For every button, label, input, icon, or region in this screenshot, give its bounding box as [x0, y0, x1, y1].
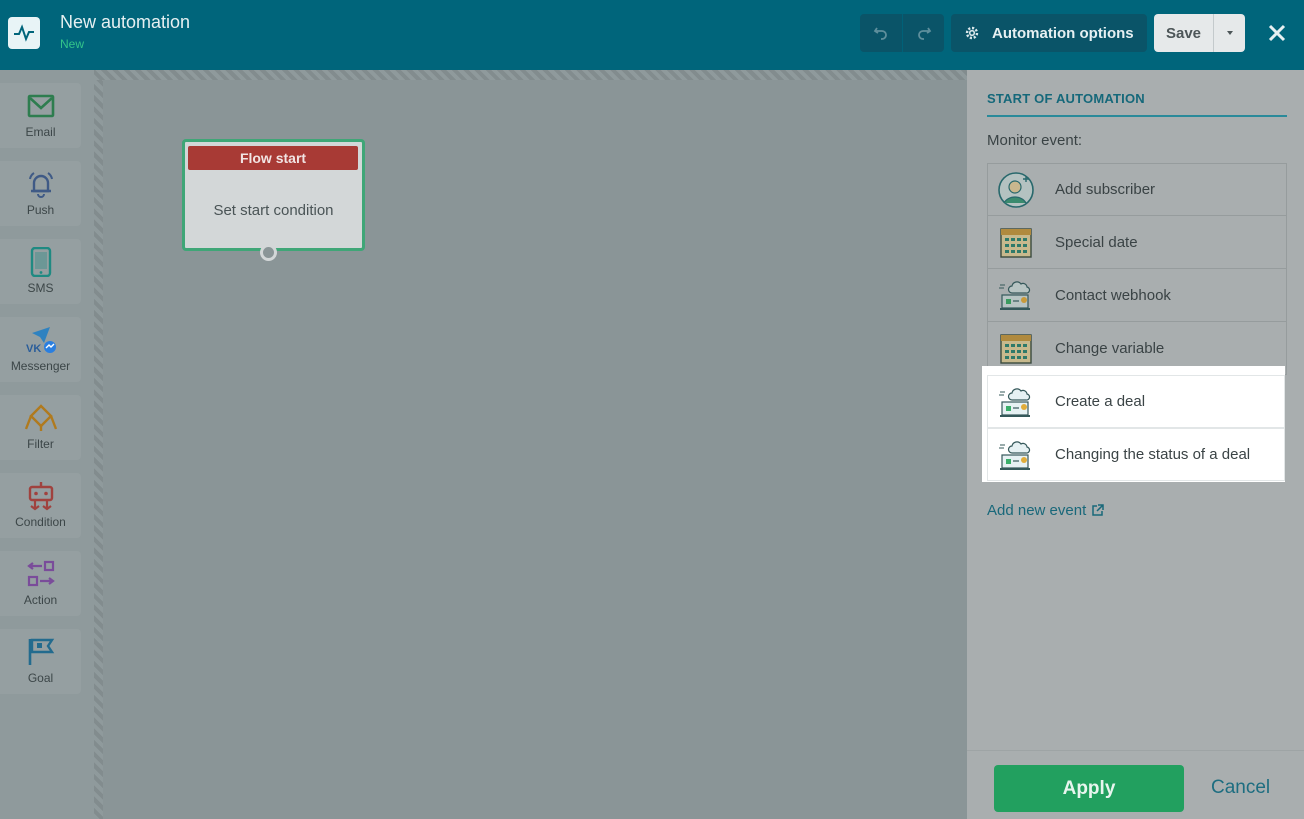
action-icon: [24, 557, 58, 591]
webhook-icon: [997, 436, 1035, 474]
automation-options-button[interactable]: Automation options: [951, 14, 1147, 52]
canvas-edge-left: [94, 70, 103, 819]
event-label: Create a deal: [1055, 393, 1146, 410]
canvas-edge-top: [94, 70, 967, 80]
calendar-icon: [997, 329, 1035, 367]
panel-title: START OF AUTOMATION: [987, 91, 1287, 117]
flow-start-condition[interactable]: Set start condition: [185, 202, 362, 219]
event-special-date[interactable]: Special date: [987, 216, 1287, 269]
tool-goal[interactable]: Goal: [0, 629, 81, 694]
condition-icon: [24, 479, 58, 513]
automation-logo-icon: [8, 17, 40, 49]
filter-icon: [24, 401, 58, 435]
status-label: New: [60, 37, 85, 51]
calendar-icon: [997, 223, 1035, 261]
webhook-icon: [997, 276, 1035, 314]
page-title[interactable]: New automation: [60, 12, 190, 33]
tool-label: Goal: [27, 671, 54, 685]
save-button-group: Save: [1154, 14, 1245, 52]
event-label: Change variable: [1055, 339, 1165, 357]
tool-email[interactable]: Email: [0, 83, 81, 148]
messenger-icon: VK: [24, 323, 58, 357]
tool-label: Filter: [27, 437, 54, 451]
event-change-deal-status[interactable]: Changing the status of a deal: [987, 428, 1285, 481]
goal-flag-icon: [24, 635, 58, 669]
event-add-subscriber[interactable]: Add subscriber: [987, 163, 1287, 216]
close-button[interactable]: [1264, 20, 1290, 46]
event-create-deal[interactable]: Create a deal: [987, 375, 1285, 428]
event-label: Add subscriber: [1055, 181, 1156, 198]
redo-icon: [917, 27, 931, 40]
tool-messenger[interactable]: VK Messenger: [0, 317, 81, 382]
tool-label: Messenger: [10, 359, 71, 373]
add-new-event-link[interactable]: Add new event: [987, 502, 1104, 519]
save-dropdown-button[interactable]: [1213, 14, 1245, 52]
gear-icon: [964, 25, 980, 41]
tool-label: Condition: [15, 515, 66, 529]
undo-button[interactable]: [860, 14, 902, 52]
tool-action[interactable]: Action: [0, 551, 81, 616]
tool-condition[interactable]: Condition: [0, 473, 81, 538]
flow-output-port[interactable]: [260, 244, 277, 261]
tools-sidebar: Email Push SMS VK Messenger Filter Condi…: [0, 70, 94, 819]
cancel-button[interactable]: Cancel: [1211, 777, 1270, 799]
highlighted-events: Create a deal Changing the status of a d…: [982, 366, 1285, 482]
tool-sms[interactable]: SMS: [0, 239, 81, 304]
top-header: New automation New Automation options Sa…: [0, 0, 1304, 70]
email-icon: [24, 89, 58, 123]
add-subscriber-icon: [997, 171, 1035, 209]
event-label: Changing the status of a deal: [1055, 446, 1251, 463]
caret-down-icon: [1226, 31, 1233, 35]
automation-options-label: Automation options: [992, 24, 1134, 42]
undo-icon: [873, 27, 887, 40]
apply-button[interactable]: Apply: [994, 765, 1184, 812]
tool-label: Email: [25, 125, 56, 139]
event-label: Special date: [1055, 233, 1138, 251]
panel-footer: Apply Cancel: [967, 750, 1304, 819]
save-button[interactable]: Save: [1154, 14, 1213, 52]
monitor-event-label: Monitor event:: [987, 132, 1083, 149]
tool-label: Push: [26, 203, 55, 217]
event-contact-webhook[interactable]: Contact webhook: [987, 269, 1287, 322]
event-list: Add subscriber Special date Contact webh…: [987, 163, 1287, 375]
tool-label: Action: [23, 593, 58, 607]
add-new-event-label: Add new event: [987, 502, 1087, 519]
event-label: Contact webhook: [1055, 286, 1171, 304]
flow-start-title: Flow start: [188, 146, 358, 170]
external-link-icon: [1091, 504, 1104, 517]
svg-text:VK: VK: [26, 343, 41, 355]
bell-icon: [24, 167, 58, 201]
history-buttons: [860, 14, 944, 52]
flow-start-node[interactable]: Flow start Set start condition: [182, 139, 365, 251]
tool-filter[interactable]: Filter: [0, 395, 81, 460]
redo-button[interactable]: [902, 14, 944, 52]
phone-icon: [24, 245, 58, 279]
tool-push[interactable]: Push: [0, 161, 81, 226]
tool-label: SMS: [27, 281, 54, 295]
webhook-icon: [997, 383, 1035, 421]
close-icon: [1268, 24, 1286, 42]
